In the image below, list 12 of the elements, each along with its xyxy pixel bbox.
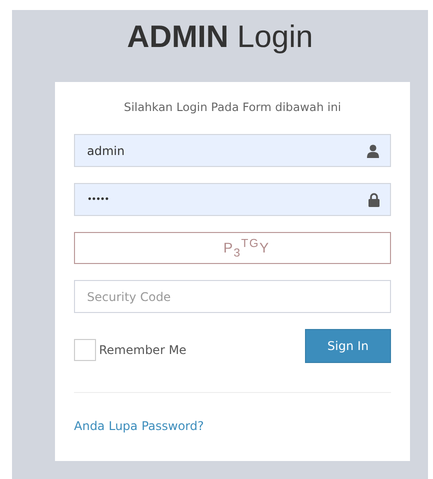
- security-code-field[interactable]: Security Code: [74, 280, 391, 313]
- password-field[interactable]: •••••: [74, 183, 391, 216]
- sign-in-button[interactable]: Sign In: [305, 329, 391, 363]
- user-icon: [366, 144, 380, 158]
- page-title: ADMIN Login: [126, 18, 314, 56]
- captcha-image: P$_{3}$$^{TG}$Y: [74, 232, 391, 264]
- remember-label: Remember Me: [99, 343, 186, 357]
- forgot-password-link[interactable]: Anda Lupa Password?: [74, 419, 204, 433]
- remember-checkbox[interactable]: [74, 339, 96, 361]
- username-field[interactable]: admin: [74, 134, 391, 167]
- form-instruction: Silahkan Login Pada Form dibawah ini: [122, 100, 342, 114]
- lock-icon: [368, 193, 380, 207]
